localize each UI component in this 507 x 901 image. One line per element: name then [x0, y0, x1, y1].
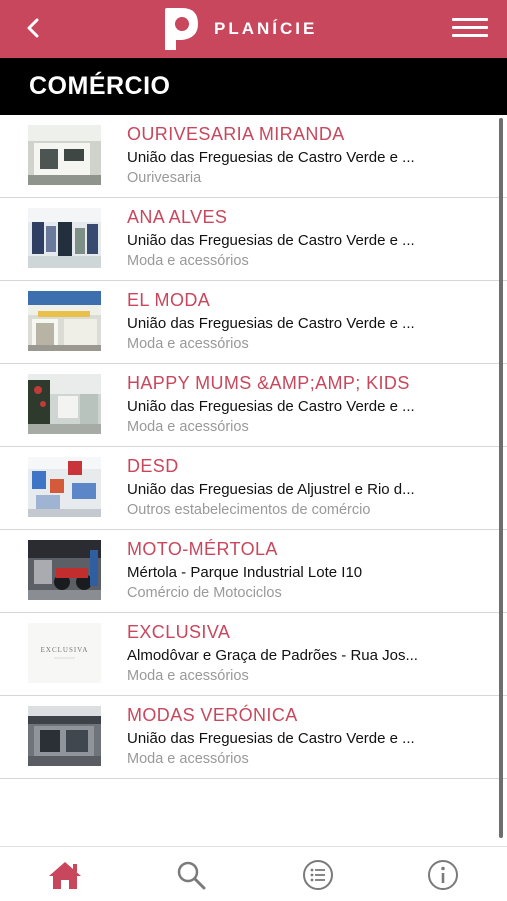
item-address: União das Freguesias de Castro Verde e .…	[127, 149, 415, 166]
back-button[interactable]	[18, 13, 48, 43]
item-thumbnail	[28, 291, 101, 351]
hamburger-menu-icon	[452, 18, 488, 21]
item-category: Moda e acessórios	[127, 668, 249, 684]
list-item[interactable]: OURIVESARIA MIRANDA União das Freguesias…	[0, 115, 507, 198]
item-thumbnail	[28, 374, 101, 434]
list-item[interactable]: HAPPY MUMS &AMP;AMP; KIDS União das Freg…	[0, 364, 507, 447]
bottom-navigation	[0, 846, 507, 901]
logo-mark-icon	[165, 8, 198, 50]
item-name: OURIVESARIA MIRANDA	[127, 124, 345, 144]
item-category: Outros estabelecimentos de comércio	[127, 502, 371, 518]
item-name: DESD	[127, 456, 179, 476]
item-thumbnail	[28, 457, 101, 517]
item-category: Moda e acessórios	[127, 253, 249, 269]
item-address: União das Freguesias de Castro Verde e .…	[127, 398, 415, 415]
item-address: Mértola - Parque Industrial Lote I10	[127, 564, 363, 581]
list-item[interactable]: DESD União das Freguesias de Aljustrel e…	[0, 447, 507, 530]
scrollbar[interactable]	[499, 118, 503, 838]
thumbnail-logo-text: EXCLUSIVA	[41, 646, 89, 654]
app-logo: PLANÍCIE	[162, 6, 317, 52]
item-thumbnail	[28, 208, 101, 268]
home-icon	[49, 862, 81, 889]
item-name: MODAS VERÓNICA	[127, 705, 298, 725]
business-list: OURIVESARIA MIRANDA União das Freguesias…	[0, 115, 507, 779]
brand-name: PLANÍCIE	[214, 19, 318, 38]
item-address: União das Freguesias de Castro Verde e .…	[127, 232, 415, 249]
item-thumbnail	[28, 540, 101, 600]
item-name: HAPPY MUMS &AMP;AMP; KIDS	[127, 373, 410, 393]
item-category: Ourivesaria	[127, 170, 202, 186]
list-item[interactable]: EXCLUSIVA EXCLUSIVA Almodôvar e Graça de…	[0, 613, 507, 696]
item-category: Comércio de Motociclos	[127, 585, 282, 601]
item-address: União das Freguesias de Castro Verde e .…	[127, 315, 415, 332]
nav-info-button[interactable]	[423, 857, 463, 893]
item-category: Moda e acessórios	[127, 751, 249, 767]
list-item[interactable]: ANA ALVES União das Freguesias de Castro…	[0, 198, 507, 281]
item-category: Moda e acessórios	[127, 336, 249, 352]
top-bar: PLANÍCIE	[0, 0, 507, 58]
item-thumbnail	[28, 706, 101, 766]
item-thumbnail: EXCLUSIVA	[28, 623, 101, 683]
item-name: MOTO-MÉRTOLA	[127, 539, 278, 559]
list-item[interactable]: MOTO-MÉRTOLA Mértola - Parque Industrial…	[0, 530, 507, 613]
search-icon	[177, 861, 206, 890]
list-icon	[303, 860, 333, 890]
menu-button[interactable]	[450, 14, 490, 44]
item-address: União das Freguesias de Castro Verde e .…	[127, 730, 415, 747]
item-name: ANA ALVES	[127, 207, 228, 227]
list-item[interactable]: MODAS VERÓNICA União das Freguesias de C…	[0, 696, 507, 779]
info-icon	[428, 860, 458, 890]
page-title: COMÉRCIO	[29, 72, 171, 100]
nav-list-button[interactable]	[298, 857, 338, 893]
item-thumbnail	[28, 125, 101, 185]
section-header: COMÉRCIO	[0, 58, 507, 115]
item-name: EL MODA	[127, 290, 211, 310]
item-address: União das Freguesias de Aljustrel e Rio …	[127, 481, 415, 498]
list-item[interactable]: EL MODA União das Freguesias de Castro V…	[0, 281, 507, 364]
chevron-left-icon	[27, 18, 39, 38]
item-address: Almodôvar e Graça de Padrões - Rua Jos..…	[127, 647, 418, 664]
item-category: Moda e acessórios	[127, 419, 249, 435]
item-name: EXCLUSIVA	[127, 622, 231, 642]
nav-search-button[interactable]	[171, 857, 211, 893]
nav-home-button[interactable]	[45, 857, 85, 893]
